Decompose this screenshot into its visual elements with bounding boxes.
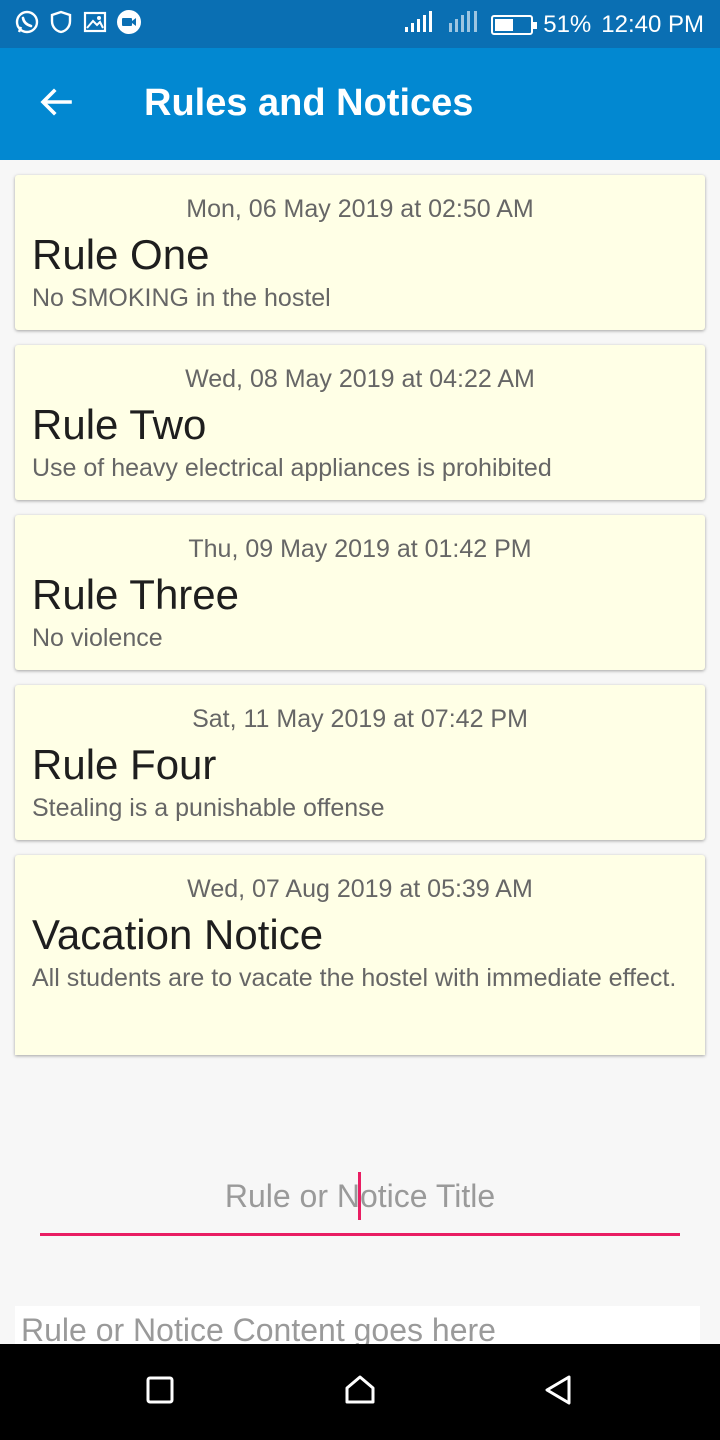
- back-icon: [543, 1374, 573, 1411]
- notice-content: No violence: [32, 623, 163, 652]
- arrow-left-icon: [38, 84, 74, 125]
- notice-date: Wed, 07 Aug 2019 at 05:39 AM: [187, 875, 533, 904]
- notice-card[interactable]: Sat, 11 May 2019 at 07:42 PM Rule Four S…: [15, 685, 705, 841]
- recent-apps-button[interactable]: [136, 1368, 184, 1416]
- notice-date: Wed, 08 May 2019 at 04:22 AM: [185, 365, 535, 394]
- notice-title: Rule Four: [32, 741, 217, 789]
- notice-title: Rule One: [32, 231, 210, 278]
- back-nav-button[interactable]: [534, 1368, 582, 1416]
- home-button[interactable]: [336, 1368, 384, 1416]
- notice-content: Stealing is a punishable offense: [32, 793, 385, 822]
- clock: 12:40 PM: [601, 10, 704, 38]
- notice-card[interactable]: Wed, 07 Aug 2019 at 05:39 AM Vacation No…: [15, 855, 705, 1056]
- data-signal-icon: [447, 8, 481, 41]
- navigation-bar: [0, 1344, 720, 1440]
- recent-apps-icon: [146, 1376, 174, 1409]
- app-bar: Rules and Notices: [0, 48, 720, 160]
- home-icon: [344, 1374, 376, 1411]
- video-call-icon: [116, 9, 142, 35]
- notice-title: Vacation Notice: [32, 911, 324, 959]
- notice-card[interactable]: Wed, 08 May 2019 at 04:22 AM Rule Two Us…: [15, 345, 705, 501]
- notice-card[interactable]: Mon, 06 May 2019 at 02:50 AM Rule One No…: [15, 175, 705, 331]
- notice-content: Use of heavy electrical appliances is pr…: [32, 453, 552, 482]
- page-title: Rules and Notices: [144, 82, 474, 124]
- shield-icon: [48, 9, 74, 35]
- text-cursor: [358, 1172, 361, 1220]
- notice-card[interactable]: Thu, 09 May 2019 at 01:42 PM Rule Three …: [15, 515, 705, 671]
- notice-content: No SMOKING in the hostel: [32, 283, 331, 312]
- system-status: 51% 12:40 PM: [403, 8, 704, 41]
- notice-title: Rule Two: [32, 401, 207, 449]
- back-button[interactable]: [30, 78, 82, 130]
- signal-icon: [403, 8, 437, 41]
- whatsapp-icon: [14, 9, 40, 35]
- title-field: [40, 1160, 680, 1240]
- image-icon: [82, 9, 108, 35]
- notification-icons: [14, 9, 142, 35]
- content-input[interactable]: [15, 1306, 700, 1344]
- battery-icon: [491, 14, 538, 35]
- battery-percent: 51%: [543, 10, 592, 38]
- notice-content: All students are to vacate the hostel wi…: [32, 963, 677, 992]
- notice-list[interactable]: Mon, 06 May 2019 at 02:50 AM Rule One No…: [15, 175, 705, 1056]
- notice-title: Rule Three: [32, 571, 240, 619]
- notice-date: Sat, 11 May 2019 at 07:42 PM: [192, 705, 528, 734]
- notice-date: Thu, 09 May 2019 at 01:42 PM: [188, 535, 532, 564]
- status-bar: 51% 12:40 PM: [0, 0, 720, 48]
- notice-date: Mon, 06 May 2019 at 02:50 AM: [186, 195, 534, 223]
